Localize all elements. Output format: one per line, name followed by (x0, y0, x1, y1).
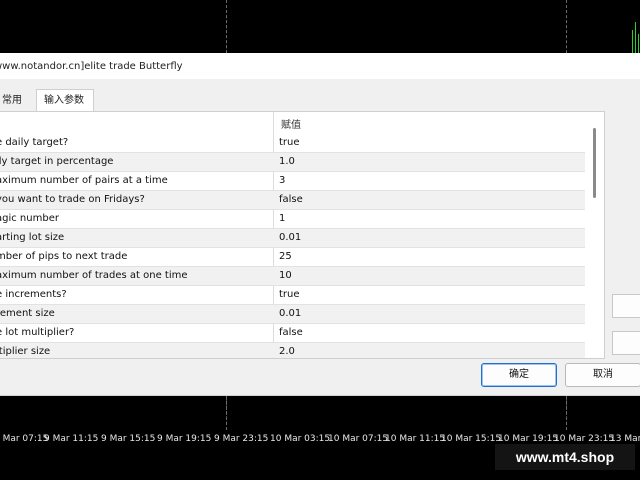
param-name: aximum number of pairs at a time (0, 175, 168, 186)
param-value[interactable]: 0.01 (279, 232, 301, 243)
time-axis-label: 9 Mar 07:15 (0, 434, 49, 444)
param-value[interactable]: 3 (279, 175, 285, 186)
param-name: e daily target? (0, 137, 69, 148)
table-row[interactable]: mber of pips to next trade 25 (0, 248, 585, 267)
table-row[interactable]: e lot multiplier? false (0, 324, 585, 343)
param-name: arting lot size (0, 232, 65, 243)
ea-properties-dialog: www.notandor.cn]elite trade Butterfly 常用… (0, 53, 640, 396)
param-name: agic number (0, 213, 59, 224)
time-axis-label: 9 Mar 19:15 (157, 434, 212, 444)
cancel-button[interactable]: 取消 (565, 363, 640, 387)
inputs-panel: 赋值 e daily target? true ily target in pe… (0, 111, 605, 359)
value-column-header[interactable]: 赋值 (281, 116, 301, 131)
table-row[interactable]: ltiplier size 2.0 (0, 343, 585, 358)
dialog-title: www.notandor.cn]elite trade Butterfly (0, 61, 183, 72)
side-button[interactable] (612, 331, 640, 355)
time-axis-label: 13 Mar 0 (610, 434, 640, 444)
table-row[interactable]: ily target in percentage 1.0 (0, 153, 585, 172)
param-name: rement size (0, 308, 55, 319)
dialog-body: 常用 输入参数 赋值 e daily target? true ily targ… (0, 79, 640, 395)
time-axis-label: 9 Mar 11:15 (44, 434, 99, 444)
dialog-titlebar[interactable]: www.notandor.cn]elite trade Butterfly (0, 53, 640, 79)
time-axis-label: 9 Mar 23:15 (214, 434, 269, 444)
side-button[interactable] (612, 294, 640, 318)
table-header: 赋值 (0, 112, 585, 134)
chart-bar (635, 22, 636, 53)
table-row[interactable]: you want to trade on Fridays? false (0, 191, 585, 210)
param-name: e increments? (0, 289, 67, 300)
table-row[interactable]: e increments? true (0, 286, 585, 305)
param-value[interactable]: 1 (279, 213, 285, 224)
chart-bar (638, 34, 639, 53)
param-name: ily target in percentage (0, 156, 114, 167)
tab-common[interactable]: 常用 (0, 91, 36, 111)
param-value[interactable]: 1.0 (279, 156, 295, 167)
table-row[interactable]: aximum number of pairs at a time 3 (0, 172, 585, 191)
time-axis-label: 10 Mar 07:15 (328, 434, 389, 444)
time-axis-label: 10 Mar 15:15 (441, 434, 502, 444)
time-axis-label: 10 Mar 19:15 (498, 434, 559, 444)
time-axis-label: 10 Mar 11:15 (385, 434, 446, 444)
param-name: aximum number of trades at one time (0, 270, 188, 281)
param-name: you want to trade on Fridays? (0, 194, 145, 205)
param-value[interactable]: true (279, 289, 300, 300)
ok-button[interactable]: 确定 (481, 363, 557, 387)
time-axis-label: 9 Mar 15:15 (101, 434, 156, 444)
param-value[interactable]: true (279, 137, 300, 148)
table-row[interactable]: agic number 1 (0, 210, 585, 229)
time-axis-label: 10 Mar 03:15 (270, 434, 331, 444)
table-scrollbar[interactable] (589, 128, 599, 353)
table-row[interactable]: aximum number of trades at one time 10 (0, 267, 585, 286)
param-value[interactable]: 0.01 (279, 308, 301, 319)
param-name: ltiplier size (0, 346, 51, 357)
chart-grid-line (566, 395, 567, 430)
param-name: e lot multiplier? (0, 327, 75, 338)
param-value[interactable]: 25 (279, 251, 292, 262)
table-row[interactable]: e daily target? true (0, 134, 585, 153)
table-row[interactable]: rement size 0.01 (0, 305, 585, 324)
chart-grid-line (226, 395, 227, 430)
param-value[interactable]: 2.0 (279, 346, 295, 357)
scrollbar-thumb[interactable] (593, 128, 596, 198)
param-value[interactable]: 10 (279, 270, 292, 281)
inputs-table: 赋值 e daily target? true ily target in pe… (0, 112, 585, 358)
table-row[interactable]: arting lot size 0.01 (0, 229, 585, 248)
param-value[interactable]: false (279, 194, 303, 205)
tab-inputs[interactable]: 输入参数 (36, 89, 94, 111)
watermark: www.mt4.shop (495, 444, 635, 470)
time-axis-label: 10 Mar 23:15 (554, 434, 615, 444)
param-name: mber of pips to next trade (0, 251, 128, 262)
chart-bar (632, 30, 633, 53)
param-value[interactable]: false (279, 327, 303, 338)
